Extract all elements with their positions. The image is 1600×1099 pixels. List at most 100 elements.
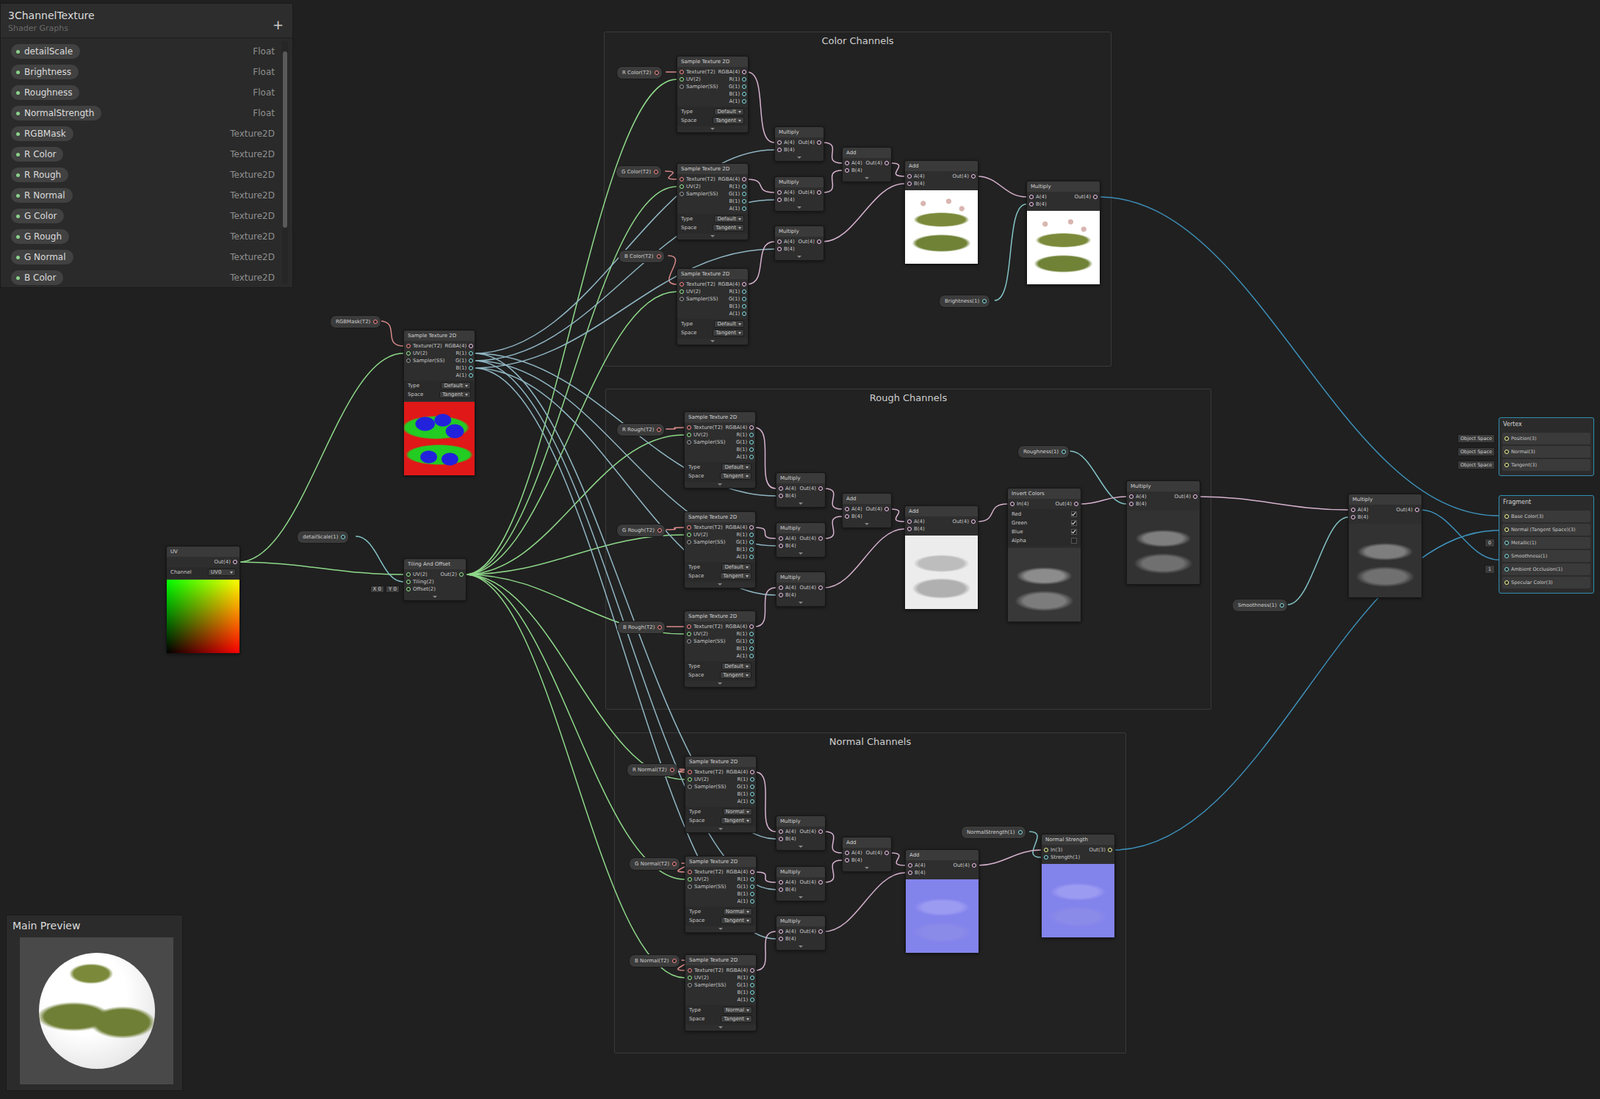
wire[interactable] <box>977 503 1008 522</box>
input-port[interactable]: B(4) <box>1348 513 1369 521</box>
block-node[interactable]: 1Ambient Occlusion(1) <box>1502 563 1591 576</box>
setting-dropdown[interactable]: Normal <box>722 907 753 916</box>
wire[interactable] <box>994 204 1027 301</box>
input-port[interactable]: A(4) <box>905 172 925 180</box>
port-dot[interactable] <box>657 528 662 533</box>
wire[interactable] <box>238 561 404 575</box>
property-pill[interactable]: R Normal <box>11 188 73 203</box>
wire[interactable] <box>977 176 1027 197</box>
input-port[interactable]: B(4) <box>842 166 863 175</box>
graph-node[interactable]: Sample Texture 2DTexture(T2)UV(2)Sampler… <box>676 268 749 346</box>
output-port[interactable]: Out(4) <box>797 138 824 147</box>
graph-node[interactable]: MultiplyA(4)B(4)Out(4) <box>774 176 825 212</box>
input-port[interactable]: B(4) <box>776 492 797 500</box>
property-pill[interactable]: R Rough <box>11 167 69 183</box>
input-port[interactable]: UV(2) <box>677 287 718 296</box>
node-title[interactable]: Sample Texture 2D <box>404 330 475 341</box>
wire[interactable] <box>465 79 677 575</box>
wire[interactable] <box>465 291 677 575</box>
output-port[interactable]: R(1) <box>725 875 757 884</box>
output-port[interactable]: Out(4) <box>799 534 825 543</box>
input-port[interactable]: B(4) <box>1026 200 1047 208</box>
input-port[interactable]: Sampler(SS) <box>684 438 726 446</box>
collapse-icon[interactable] <box>685 826 756 833</box>
wire[interactable] <box>824 528 905 588</box>
output-port[interactable]: RGBA(4) <box>725 868 757 876</box>
wire[interactable] <box>473 360 776 546</box>
input-port[interactable]: B(4) <box>1126 500 1147 508</box>
input-port[interactable]: Texture(T2) <box>404 342 445 350</box>
output-port[interactable]: R(1) <box>717 75 749 84</box>
property-node[interactable]: G Rough(T2) <box>616 523 666 538</box>
setting-dropdown[interactable]: Normal <box>722 1006 753 1014</box>
node-title[interactable]: Sample Texture 2D <box>684 412 756 423</box>
wire[interactable] <box>465 574 685 880</box>
wire[interactable] <box>465 534 684 575</box>
graph-node[interactable]: MultiplyA(4)B(4)Out(4) <box>775 866 826 902</box>
output-port[interactable]: G(1) <box>725 538 756 546</box>
node-title[interactable]: Multiply <box>776 523 825 534</box>
port-dot[interactable] <box>657 625 662 630</box>
collapse-icon[interactable] <box>776 943 825 950</box>
wire[interactable] <box>473 368 776 939</box>
input-port[interactable]: Sampler(SS) <box>677 295 718 303</box>
wire[interactable] <box>747 241 775 285</box>
output-port[interactable]: Out(4) <box>952 517 978 526</box>
property-node[interactable]: G Normal(T2) <box>628 857 681 871</box>
output-port[interactable]: B(1) <box>725 890 757 898</box>
node-title[interactable]: Tiling And Offset <box>404 559 466 570</box>
input-port[interactable]: Sampler(SS) <box>404 357 445 365</box>
node-title[interactable]: Add <box>905 849 979 861</box>
input-port[interactable]: A(4) <box>775 138 795 147</box>
input-port[interactable]: A(4) <box>905 861 926 870</box>
collapse-icon[interactable] <box>842 865 892 872</box>
graph-node[interactable]: MultiplyA(4)B(4)Out(4) <box>774 225 825 261</box>
port-dot[interactable] <box>669 767 675 773</box>
output-port[interactable]: Out(4) <box>952 861 979 870</box>
graph-node[interactable]: MultiplyA(4)B(4)Out(4) <box>775 571 826 607</box>
master-stack[interactable]: VertexObject SpacePosition(3)Object Spac… <box>1498 417 1595 477</box>
input-port[interactable]: A(4) <box>905 517 925 526</box>
property-node[interactable]: G Color(T2) <box>615 165 662 179</box>
property-pill[interactable]: RGBMask <box>11 126 74 142</box>
toggle-checkbox[interactable] <box>1071 528 1077 535</box>
input-port[interactable]: In(4) <box>1007 500 1029 508</box>
input-port[interactable]: B(4) <box>905 525 925 533</box>
setting-dropdown[interactable]: Tangent <box>439 390 471 399</box>
node-title[interactable]: Add <box>905 160 978 172</box>
output-port[interactable]: R(1) <box>444 349 476 358</box>
toggle-checkbox[interactable] <box>1071 520 1077 526</box>
property-node[interactable]: Brightness(1) <box>938 294 991 308</box>
output-port[interactable]: Out(4) <box>799 927 825 936</box>
group-title[interactable]: Rough Channels <box>606 389 1211 404</box>
output-port[interactable]: A(1) <box>717 310 749 318</box>
wire[interactable] <box>822 170 842 193</box>
output-port[interactable]: G(1) <box>717 190 749 198</box>
output-port[interactable]: RGBA(4) <box>444 342 476 350</box>
node-title[interactable]: Sample Texture 2D <box>684 611 756 622</box>
property-row[interactable]: G NormalTexture2D <box>11 248 275 266</box>
collapse-icon[interactable] <box>775 254 824 261</box>
input-port[interactable]: Sampler(SS) <box>677 190 718 198</box>
collapse-icon[interactable] <box>776 501 825 507</box>
output-port[interactable]: Out(4) <box>952 172 978 180</box>
property-pill[interactable]: NormalStrength <box>11 105 102 121</box>
input-port[interactable]: Sampler(SS) <box>684 538 726 546</box>
input-port[interactable]: A(4) <box>776 878 797 886</box>
property-node[interactable]: R Normal(T2) <box>626 763 679 777</box>
output-port[interactable]: R(1) <box>725 630 756 638</box>
graph-node[interactable]: Sample Texture 2DTexture(T2)UV(2)Sampler… <box>683 411 756 489</box>
property-row[interactable]: RoughnessFloat <box>11 83 275 102</box>
wire[interactable] <box>822 183 905 242</box>
blackboard[interactable]: 3ChannelTextureShader Graphs+detailScale… <box>0 2 294 288</box>
input-port[interactable]: A(4) <box>842 849 863 857</box>
output-port[interactable]: RGBA(4) <box>725 966 757 975</box>
port-dot[interactable] <box>1018 830 1023 835</box>
input-port[interactable]: UV(2) <box>685 875 726 884</box>
setting-dropdown[interactable]: Default <box>721 662 752 670</box>
wire[interactable] <box>465 574 685 780</box>
input-port[interactable]: Texture(T2) <box>677 175 718 183</box>
node-title[interactable]: Multiply <box>775 226 824 237</box>
wire[interactable] <box>822 142 842 164</box>
output-port[interactable]: B(1) <box>725 445 756 454</box>
